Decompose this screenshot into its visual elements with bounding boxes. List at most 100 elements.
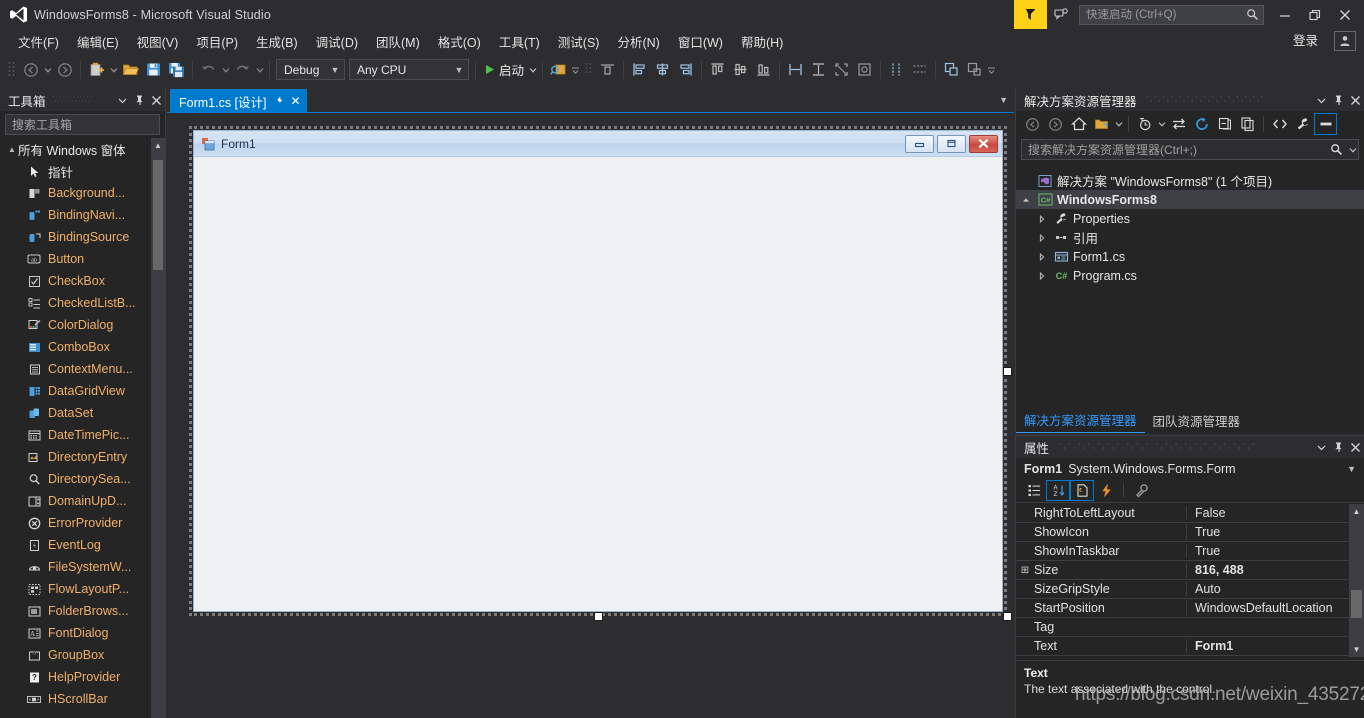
solution-search-dropdown-icon[interactable] [1347,146,1358,154]
toolbox-item-directoryentry[interactable]: DirectoryEntry [0,446,165,468]
properties-pin-icon[interactable] [1330,437,1347,457]
menu-item-analyze[interactable]: 分析(N) [608,29,668,54]
quick-launch-box[interactable] [1079,4,1264,25]
properties-events-button[interactable] [1094,480,1118,501]
navigate-back-button[interactable] [19,58,42,81]
resize-handle-bottom-right[interactable] [1003,612,1012,621]
solution-platform-combo[interactable]: Any CPU ▼ [349,59,469,80]
toolbox-item-fontdialog[interactable]: A FontDialog [0,622,165,644]
menu-item-tools[interactable]: 工具(T) [490,29,549,54]
row-expander-icon[interactable]: ⊞ [1016,565,1034,576]
toolbox-item-groupbox[interactable]: xy GroupBox [0,644,165,666]
property-row[interactable]: ShowIcon True [1016,523,1364,542]
make-same-height-button[interactable] [807,58,830,81]
solution-collapse-all-button[interactable] [1213,113,1236,135]
layout-toolbar-grip[interactable] [584,61,593,79]
toolbox-group-all-windows-forms[interactable]: ▲ 所有 Windows 窗体 [0,138,165,160]
make-same-size-button[interactable] [830,58,853,81]
toolbox-item-colordialog[interactable]: ColorDialog [0,314,165,336]
solution-pending-changes-filter-button[interactable] [1090,113,1113,135]
expander-icon[interactable] [1038,233,1052,242]
expander-icon[interactable] [1022,196,1036,204]
properties-property-pages-button[interactable] [1129,480,1153,501]
align-to-grid-button[interactable] [596,58,619,81]
property-row[interactable]: SizeGripStyle Auto [1016,580,1364,599]
tree-node-project-windowsforms8[interactable]: C# WindowsForms8 [1016,190,1364,209]
toolbox-item-dataset[interactable]: DataSet [0,402,165,424]
menu-item-debug[interactable]: 调试(D) [307,29,367,54]
toolbox-item-helpprovider[interactable]: ? HelpProvider [0,666,165,688]
properties-categorized-button[interactable] [1022,480,1046,501]
toolbar-overflow-1[interactable] [570,58,581,81]
form-close-button[interactable] [969,134,998,153]
resize-handle-bottom-center[interactable] [594,612,603,621]
redo-button[interactable] [231,58,254,81]
scroll-up-icon[interactable]: ▲ [1349,504,1364,519]
start-debugging-dropdown[interactable] [527,58,538,81]
properties-scrollbar-thumb[interactable] [1351,590,1362,618]
toolbox-item-button[interactable]: ab Button [0,248,165,270]
center-horizontally-button[interactable] [885,58,908,81]
toolbox-window-menu-button[interactable] [114,90,131,110]
solution-navigate-back-button[interactable] [1021,113,1044,135]
toolbox-item-backgroundworker[interactable]: Background... [0,182,165,204]
undo-button[interactable] [197,58,220,81]
form-minimize-button[interactable] [905,134,934,153]
tree-node-properties[interactable]: Properties [1016,209,1364,228]
toolbox-item-contextmenustrip[interactable]: ContextMenu... [0,358,165,380]
menu-item-team[interactable]: 团队(M) [367,29,429,54]
property-row[interactable]: StartPosition WindowsDefaultLocation [1016,599,1364,618]
menu-item-file[interactable]: 文件(F) [9,29,68,54]
toolbar-grip[interactable] [7,61,16,79]
solution-preview-selected-items-button[interactable] [1314,113,1337,135]
toolbox-pin-icon[interactable] [131,90,148,110]
tab-pin-icon[interactable] [274,96,285,107]
properties-page-button[interactable] [1070,480,1094,501]
new-project-button[interactable] [85,58,108,81]
align-rights-button[interactable] [674,58,697,81]
account-icon[interactable] [1334,31,1356,51]
window-minimize-button[interactable] [1270,0,1300,29]
chevron-down-icon[interactable]: ▼ [1347,464,1356,474]
form-maximize-button[interactable] [937,134,966,153]
toolbox-item-datetimepicker[interactable]: DateTimePic... [0,424,165,446]
solution-view-code-button[interactable] [1268,113,1291,135]
menu-item-window[interactable]: 窗口(W) [669,29,732,54]
solution-explorer-search-box[interactable] [1021,139,1359,160]
property-row-size[interactable]: ⊞ Size 816, 488 [1016,561,1364,580]
undo-dropdown[interactable] [220,58,231,81]
property-value[interactable]: Form1 [1186,639,1364,653]
send-to-back-button[interactable] [963,58,986,81]
tab-close-icon[interactable]: ✕ [291,94,301,108]
toolbox-item-directorysearcher[interactable]: DirectorySea... [0,468,165,490]
toolbox-item-checkedlistbox[interactable]: CheckedListB... [0,292,165,314]
properties-grid-scrollbar[interactable]: ▲ ▼ [1349,504,1364,657]
toolbox-scrollbar-thumb[interactable] [153,160,163,270]
property-value[interactable]: WindowsDefaultLocation [1186,601,1364,615]
menu-item-view[interactable]: 视图(V) [128,29,188,54]
tab-team-explorer[interactable]: 团队资源管理器 [1145,409,1249,433]
resize-handle-middle-right[interactable] [1003,367,1012,376]
toolbox-item-checkbox[interactable]: CheckBox [0,270,165,292]
align-centers-button[interactable] [651,58,674,81]
designed-form[interactable]: Form1 [193,130,1003,612]
solution-explorer-pin-icon[interactable] [1330,90,1347,110]
toolbox-item-combobox[interactable]: ComboBox [0,336,165,358]
toolbox-search-input[interactable] [12,117,167,132]
toolbox-item-eventlog[interactable]: EventLog [0,534,165,556]
solution-explorer-search-input[interactable] [1028,142,1325,157]
make-same-width-button[interactable] [784,58,807,81]
start-debugging-button[interactable]: 启动 [480,58,527,81]
tree-node-solution[interactable]: 解决方案 "WindowsForms8" (1 个项目) [1016,171,1364,190]
save-all-button[interactable] [165,58,188,81]
solution-refresh-button[interactable] [1190,113,1213,135]
tab-list-dropdown-icon[interactable]: ▼ [999,95,1008,105]
toolbar-overflow-2[interactable] [986,58,997,81]
form-client-area[interactable] [194,157,1002,611]
menu-item-edit[interactable]: 编辑(E) [68,29,128,54]
expander-icon[interactable] [1038,252,1052,261]
property-value[interactable]: False [1186,506,1364,520]
expander-icon[interactable] [1038,214,1052,223]
toolbox-close-icon[interactable] [148,90,165,110]
toolbox-item-domainupdown[interactable]: DomainUpD... [0,490,165,512]
